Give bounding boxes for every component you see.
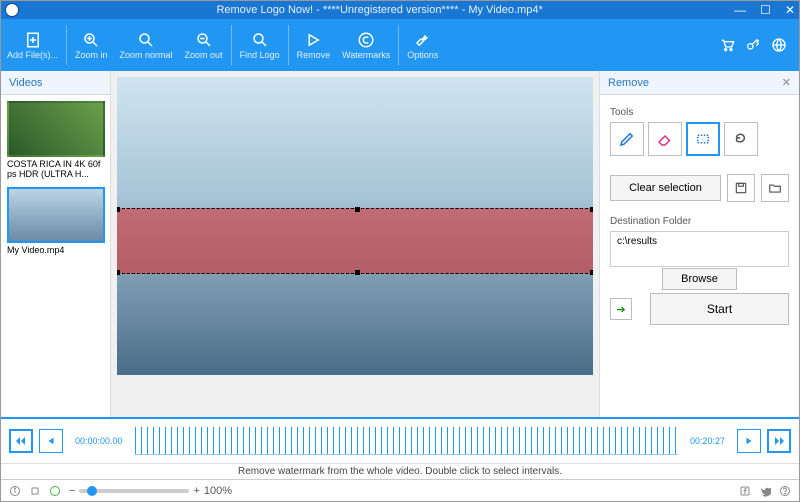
options-button[interactable]: Options (401, 19, 444, 71)
app-logo-icon (5, 3, 19, 17)
lasso-icon (732, 130, 750, 148)
help-icon[interactable] (779, 485, 791, 497)
key-icon[interactable] (745, 37, 761, 53)
prev-icon (46, 436, 56, 446)
window-title: Remove Logo Now! - ****Unregistered vers… (25, 4, 734, 16)
selection-rect[interactable] (117, 208, 593, 274)
zoom-slider[interactable] (79, 489, 189, 493)
facebook-icon[interactable] (739, 485, 751, 497)
pencil-icon (618, 130, 636, 148)
freeform-tool[interactable] (724, 122, 758, 156)
thumbnail-caption: My Video.mp4 (7, 245, 104, 255)
video-thumb[interactable]: COSTA RICA IN 4K 60fps HDR (ULTRA H... (7, 101, 104, 179)
time-left: 00:00:00.00 (75, 436, 123, 446)
twitter-icon[interactable] (759, 485, 771, 497)
zoom-control[interactable]: − + 100% (69, 485, 232, 497)
close-panel-icon[interactable]: ✕ (782, 76, 791, 89)
zoom-plus-icon[interactable]: + (193, 485, 199, 497)
step-back-button[interactable] (39, 429, 63, 453)
browse-button[interactable]: Browse (662, 268, 737, 290)
zoom-in-icon (82, 31, 100, 49)
add-files-button[interactable]: Add File(s)... (1, 19, 64, 71)
zoom-out-icon (195, 31, 213, 49)
seek-start-button[interactable] (9, 429, 33, 453)
maximize-button[interactable]: ☐ (760, 3, 771, 17)
main-area: Videos COSTA RICA IN 4K 60fps HDR (ULTRA… (1, 71, 799, 417)
remove-panel: Remove ✕ Tools Clear selection Destinati… (599, 71, 799, 417)
remove-panel-title: Remove (608, 77, 649, 89)
timeline: 00:00:00.00 00:20:27 Remove watermark fr… (1, 417, 799, 479)
zoom-normal-button[interactable]: Zoom normal (114, 19, 179, 71)
zoom-value: 100% (204, 485, 232, 497)
start-arrow-icon: ➔ (610, 298, 632, 320)
wrench-icon (414, 31, 432, 49)
save-selection-button[interactable] (727, 174, 755, 202)
crop-icon[interactable] (29, 485, 41, 497)
marker-tool[interactable] (610, 122, 644, 156)
thumbnail-image (7, 101, 105, 157)
skip-back-icon (15, 435, 27, 447)
add-file-icon (24, 31, 42, 49)
time-right: 00:20:27 (690, 436, 725, 446)
step-forward-button[interactable] (737, 429, 761, 453)
eraser-tool[interactable] (648, 122, 682, 156)
skip-forward-icon (773, 435, 785, 447)
close-button[interactable]: ✕ (785, 3, 795, 17)
destination-label: Destination Folder (610, 216, 789, 227)
zoom-out-button[interactable]: Zoom out (179, 19, 229, 71)
main-toolbar: Add File(s)... Zoom in Zoom normal Zoom … (1, 19, 799, 71)
share-icon[interactable] (49, 485, 61, 497)
eraser-icon (656, 130, 674, 148)
video-canvas[interactable] (117, 77, 593, 375)
start-button[interactable]: Start (650, 293, 789, 325)
find-logo-button[interactable]: Find Logo (234, 19, 286, 71)
save-icon (734, 181, 748, 195)
cart-icon[interactable] (719, 37, 735, 53)
video-thumb[interactable]: My Video.mp4 (7, 187, 104, 255)
info-icon[interactable] (9, 485, 21, 497)
thumbnail-caption: COSTA RICA IN 4K 60fps HDR (ULTRA H... (7, 159, 104, 179)
videos-panel: Videos COSTA RICA IN 4K 60fps HDR (ULTRA… (1, 71, 111, 417)
watermarks-button[interactable]: Watermarks (336, 19, 396, 71)
tools-label: Tools (610, 107, 789, 118)
videos-panel-title: Videos (9, 77, 42, 89)
status-bar: − + 100% (1, 479, 799, 501)
destination-path: c:\results (610, 231, 789, 267)
timeline-hint: Remove watermark from the whole video. D… (1, 463, 799, 479)
zoom-normal-icon (137, 31, 155, 49)
rectangle-tool[interactable] (686, 122, 720, 156)
thumbnail-image (7, 187, 105, 243)
next-icon (744, 436, 754, 446)
play-icon (304, 31, 322, 49)
search-icon (251, 31, 269, 49)
clear-selection-button[interactable]: Clear selection (610, 175, 721, 201)
zoom-minus-icon[interactable]: − (69, 485, 75, 497)
copyright-icon (357, 31, 375, 49)
preview-area (111, 71, 599, 417)
zoom-in-button[interactable]: Zoom in (69, 19, 114, 71)
title-bar: Remove Logo Now! - ****Unregistered vers… (1, 1, 799, 19)
minimize-button[interactable]: — (734, 3, 746, 17)
rectangle-icon (694, 130, 712, 148)
globe-icon[interactable] (771, 37, 787, 53)
load-selection-button[interactable] (761, 174, 789, 202)
folder-icon (768, 181, 782, 195)
seek-end-button[interactable] (767, 429, 791, 453)
remove-button[interactable]: Remove (291, 19, 337, 71)
timeline-ruler[interactable] (135, 427, 678, 455)
